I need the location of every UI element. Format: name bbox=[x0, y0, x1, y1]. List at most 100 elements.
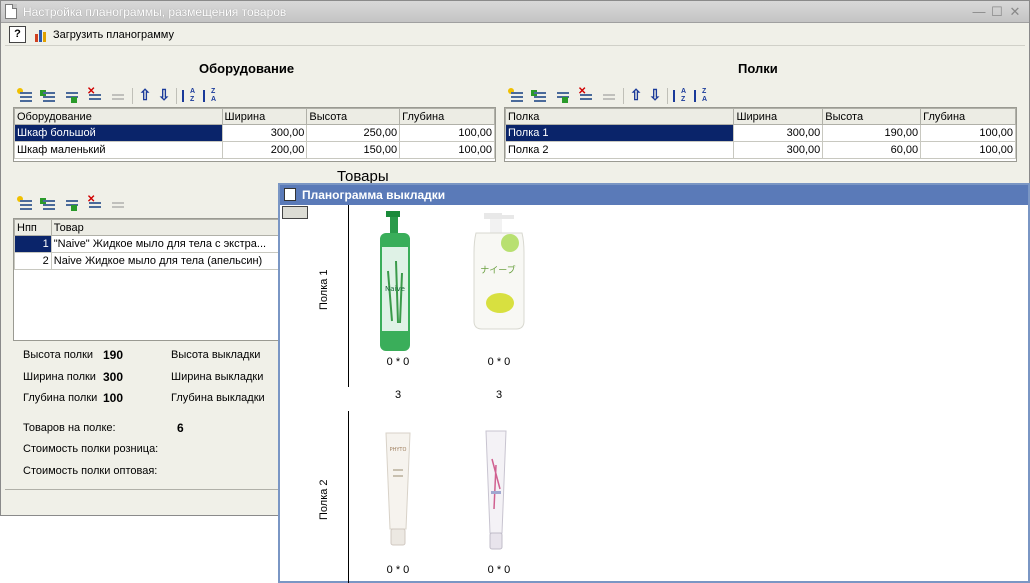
planogram-title-bar[interactable]: Планограмма выкладки bbox=[280, 185, 1028, 205]
shelf-width-value: 300 bbox=[103, 370, 124, 384]
row-number-cell[interactable]: 2 bbox=[14, 252, 52, 270]
column-header[interactable]: Высота bbox=[822, 108, 922, 125]
copy-row-icon[interactable] bbox=[40, 196, 58, 212]
equipment-name-cell[interactable]: Шкаф большой bbox=[14, 124, 223, 142]
end-edit-icon[interactable] bbox=[109, 88, 127, 104]
product-name-cell[interactable]: Naive Жидкое мыло для тела (апельсин) bbox=[50, 252, 315, 270]
shelf-2-label: Полка 2 bbox=[318, 479, 330, 521]
product-name-cell[interactable]: "Naive" Жидкое мыло для тела с экстра... bbox=[50, 235, 315, 253]
edit-row-icon[interactable] bbox=[554, 88, 572, 104]
equipment-toolbar: ✕ ⇧ ⇩ AZ ZA bbox=[17, 87, 219, 105]
pink-tube-icon[interactable] bbox=[484, 429, 508, 551]
window-title: Настройка планограммы, размещения товаро… bbox=[23, 5, 287, 19]
column-header[interactable]: Ширина bbox=[733, 108, 824, 125]
move-down-icon[interactable]: ⇩ bbox=[648, 88, 662, 104]
equipment-name-cell[interactable]: Шкаф маленький bbox=[14, 141, 223, 159]
delete-row-icon[interactable]: ✕ bbox=[86, 195, 104, 212]
table-row[interactable]: 1 "Naive" Жидкое мыло для тела с экстра.… bbox=[14, 235, 315, 253]
depth-cell[interactable]: 100,00 bbox=[920, 124, 1016, 142]
planogram-corner-cell[interactable] bbox=[282, 206, 308, 219]
width-cell[interactable]: 300,00 bbox=[221, 124, 308, 142]
table-row[interactable]: Шкаф маленький 200,00 150,00 100,00 bbox=[14, 141, 495, 159]
shelves-grid: Полка Ширина Высота Глубина Полка 1 300,… bbox=[504, 107, 1017, 162]
shelf-name-cell[interactable]: Полка 2 bbox=[504, 141, 735, 159]
shelf-height-value: 190 bbox=[103, 348, 124, 362]
column-header[interactable]: Оборудование bbox=[14, 108, 223, 125]
wholesale-cost-label: Стоимость полки оптовая: bbox=[23, 465, 158, 477]
shelf-height-label: Высота полки bbox=[23, 349, 94, 361]
height-cell[interactable]: 150,00 bbox=[306, 141, 401, 159]
sort-ascending-icon[interactable]: AZ bbox=[673, 88, 689, 104]
sort-descending-icon[interactable]: ZA bbox=[694, 88, 710, 104]
maximize-button[interactable]: ☐ bbox=[989, 4, 1005, 20]
height-cell[interactable]: 250,00 bbox=[306, 124, 401, 142]
display-height-label: Высота выкладки bbox=[171, 349, 261, 361]
delete-row-icon[interactable]: ✕ bbox=[577, 87, 595, 104]
copy-row-icon[interactable] bbox=[40, 88, 58, 104]
shelf-depth-label: Глубина полки bbox=[23, 392, 98, 404]
table-row[interactable]: 2 Naive Жидкое мыло для тела (апельсин) bbox=[14, 252, 315, 270]
column-header[interactable]: Полка bbox=[504, 108, 735, 125]
green-bottle-icon[interactable]: Naive bbox=[374, 211, 416, 351]
shelf-divider bbox=[348, 411, 349, 583]
toolbar-separator bbox=[667, 88, 668, 104]
move-up-icon[interactable]: ⇧ bbox=[629, 88, 643, 104]
form-icon bbox=[284, 188, 296, 201]
add-row-icon[interactable] bbox=[17, 88, 35, 104]
depth-cell[interactable]: 100,00 bbox=[399, 141, 495, 159]
toolbar-separator bbox=[176, 88, 177, 104]
shelf-name-cell[interactable]: Полка 1 bbox=[504, 124, 735, 142]
sort-descending-icon[interactable]: ZA bbox=[203, 88, 219, 104]
svg-text:PHYTO: PHYTO bbox=[390, 447, 407, 453]
table-row[interactable]: Шкаф большой 300,00 250,00 100,00 bbox=[14, 124, 495, 142]
product-caption: 0 * 0 bbox=[487, 564, 511, 576]
width-cell[interactable]: 300,00 bbox=[733, 141, 824, 159]
close-button[interactable]: ✕ bbox=[1007, 4, 1023, 20]
copy-row-icon[interactable] bbox=[531, 88, 549, 104]
width-cell[interactable]: 200,00 bbox=[221, 141, 308, 159]
table-row[interactable]: Полка 1 300,00 190,00 100,00 bbox=[504, 124, 1016, 142]
planogram-title: Планограмма выкладки bbox=[302, 188, 446, 202]
column-header[interactable]: Ширина bbox=[221, 108, 308, 125]
edit-row-icon[interactable] bbox=[63, 88, 81, 104]
shelf-divider bbox=[348, 205, 349, 387]
display-width-label: Ширина выкладки bbox=[171, 371, 264, 383]
toolbar-separator bbox=[623, 88, 624, 104]
title-bar[interactable]: Настройка планограммы, размещения товаро… bbox=[1, 1, 1029, 23]
product-caption: 0 * 0 bbox=[386, 564, 410, 576]
load-planogram-button[interactable]: Загрузить планограмму bbox=[35, 26, 174, 44]
row-number-cell[interactable]: 1 bbox=[14, 235, 52, 253]
column-header[interactable]: Глубина bbox=[920, 108, 1016, 125]
sort-ascending-icon[interactable]: AZ bbox=[182, 88, 198, 104]
shelf-1-label: Полка 1 bbox=[318, 269, 330, 311]
height-cell[interactable]: 60,00 bbox=[822, 141, 922, 159]
edit-row-icon[interactable] bbox=[63, 196, 81, 212]
height-cell[interactable]: 190,00 bbox=[822, 124, 922, 142]
equipment-heading: Оборудование bbox=[199, 61, 295, 76]
main-toolbar: ? Загрузить планограмму bbox=[5, 24, 1025, 46]
end-edit-icon[interactable] bbox=[109, 196, 127, 212]
width-cell[interactable]: 300,00 bbox=[733, 124, 824, 142]
column-header[interactable]: Высота bbox=[306, 108, 401, 125]
shelf-depth-value: 100 bbox=[103, 391, 124, 405]
add-row-icon[interactable] bbox=[508, 88, 526, 104]
delete-row-icon[interactable]: ✕ bbox=[86, 87, 104, 104]
add-row-icon[interactable] bbox=[17, 196, 35, 212]
table-row[interactable]: Полка 2 300,00 60,00 100,00 bbox=[504, 141, 1016, 159]
planogram-window: Планограмма выкладки Полка 1 Полка 2 Nai… bbox=[278, 183, 1030, 583]
column-header[interactable]: Глубина bbox=[399, 108, 495, 125]
depth-cell[interactable]: 100,00 bbox=[920, 141, 1016, 159]
column-header[interactable]: Товар bbox=[50, 219, 315, 236]
end-edit-icon[interactable] bbox=[600, 88, 618, 104]
column-header[interactable]: Нпп bbox=[14, 219, 52, 236]
depth-cell[interactable]: 100,00 bbox=[399, 124, 495, 142]
lemon-bottle-icon[interactable]: ナイーブ bbox=[470, 213, 528, 331]
toolbar-separator bbox=[132, 88, 133, 104]
move-down-icon[interactable]: ⇩ bbox=[157, 88, 171, 104]
load-planogram-label: Загрузить планограмму bbox=[53, 29, 174, 41]
cream-tube-icon[interactable]: PHYTO bbox=[384, 429, 412, 547]
help-button[interactable]: ? bbox=[9, 26, 26, 43]
move-up-icon[interactable]: ⇧ bbox=[138, 88, 152, 104]
shelf-width-label: Ширина полки bbox=[23, 371, 96, 383]
minimize-button[interactable]: — bbox=[971, 4, 987, 20]
